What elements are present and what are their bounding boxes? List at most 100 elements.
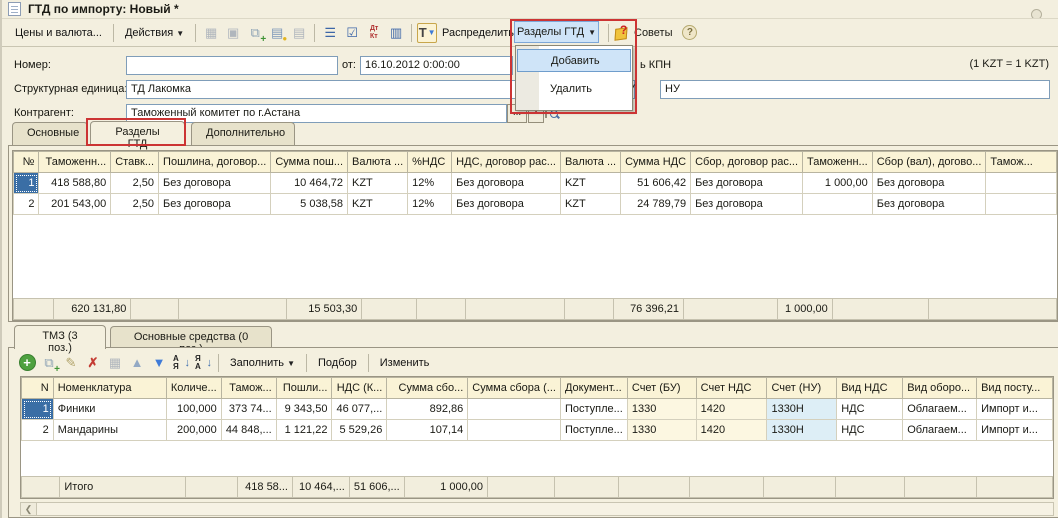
table-cell[interactable]: Мандарины [53,420,166,441]
table-cell[interactable]: Без договора [159,173,271,194]
table-cell[interactable]: 107,14 [387,420,468,441]
table-cell[interactable]: 1 [22,399,54,420]
table-cell[interactable]: Импорт и... [977,420,1053,441]
sort-az-icon[interactable]: АЯ↓ [172,354,190,372]
copy-add-icon[interactable]: ⧉ [245,23,265,43]
table-cell[interactable]: 44 848,... [221,420,276,441]
table-cell[interactable]: KZT [348,194,408,215]
table-cell[interactable]: KZT [560,173,620,194]
table-cell[interactable]: Без договора [452,194,561,215]
menu-item-delete[interactable]: Удалить [516,78,632,101]
table-cell[interactable]: 12% [408,173,452,194]
table-cell[interactable]: 5 038,58 [271,194,348,215]
table-cell[interactable]: 5 529,26 [332,420,387,441]
move-up-icon[interactable]: ▲ [127,353,147,373]
table-cell[interactable] [468,399,561,420]
nu-input[interactable]: НУ [660,80,1050,99]
end-edit-icon[interactable]: ▦ [105,353,125,373]
table-cell[interactable]: Без договора [691,173,803,194]
fill-button[interactable]: Заполнить ▼ [223,354,302,372]
table-cell[interactable]: 2 [14,194,39,215]
counterparty-input[interactable]: Таможенный комитет по г.Астана [126,104,507,123]
table-cell[interactable]: 1420 [696,420,767,441]
add-icon[interactable]: + [17,353,37,373]
save-icon[interactable]: ▦ [201,23,221,43]
table-cell[interactable]: 200,000 [166,420,221,441]
table-cell[interactable]: 373 74... [221,399,276,420]
date-input[interactable]: 16.10.2012 0:00:00 [360,56,513,75]
horizontal-scrollbar[interactable]: ❮ [20,502,1054,516]
table-cell[interactable]: Облагаем... [903,420,977,441]
table-cell[interactable]: НДС [837,420,903,441]
post-coins-icon[interactable]: ▤ [267,23,287,43]
table-cell[interactable]: Без договора [872,194,986,215]
journal-icon[interactable]: ▥ [386,23,406,43]
table-cell[interactable]: 1330Н [767,420,837,441]
tab-osnovnye[interactable]: Основные [12,122,88,145]
table-cell[interactable]: KZT [348,173,408,194]
table-cell[interactable]: 418 588,80 [39,173,111,194]
table-cell[interactable]: 1330 [627,399,696,420]
scroll-left-icon[interactable]: ❮ [21,503,37,515]
copy-add-icon[interactable]: ⧉ [39,353,59,373]
table-cell[interactable]: 1330Н [767,399,837,420]
table-cell[interactable]: 9 343,50 [276,399,332,420]
table-cell[interactable]: 2 [22,420,54,441]
table-cell[interactable]: 201 543,00 [39,194,111,215]
sections-grid[interactable]: №Таможенн...Ставк...Пошлина, договор...С… [12,150,1058,321]
table-cell[interactable]: 12% [408,194,452,215]
prices-currency-button[interactable]: Цены и валюта... [8,24,109,42]
tab-razdely-gtd[interactable]: Разделы ГТД [90,121,185,146]
change-button[interactable]: Изменить [373,354,437,372]
help-icon[interactable]: ? [682,25,697,40]
table-cell[interactable]: Импорт и... [977,399,1053,420]
table-cell[interactable]: 51 606,42 [621,173,691,194]
table-cell[interactable] [803,194,873,215]
table-cell[interactable]: Без договора [159,194,271,215]
table-cell[interactable]: Облагаем... [903,399,977,420]
tips-icon[interactable] [613,25,630,41]
move-down-icon[interactable]: ▼ [149,353,169,373]
table-cell[interactable]: 1330 [627,420,696,441]
post-icon[interactable]: ▣ [223,23,243,43]
gtd-sections-button[interactable]: Разделы ГТД▼ [514,21,599,43]
undo-post-icon[interactable]: ▤ [289,23,309,43]
table-cell[interactable]: 10 464,72 [271,173,348,194]
items-grid[interactable]: NНоменклатураКоличе...Тамож...Пошли...НД… [20,376,1054,499]
number-input[interactable] [126,56,338,75]
dt-kt-icon[interactable]: ДтКт [364,23,384,43]
actions-button[interactable]: Действия ▼ [118,24,191,42]
rows-icon[interactable]: ☰ [320,23,340,43]
delete-icon[interactable]: ✗ [83,353,103,373]
table-cell[interactable]: 1 [14,173,39,194]
table-cell[interactable]: 2,50 [111,173,159,194]
table-cell[interactable]: 892,86 [387,399,468,420]
table-cell[interactable]: Поступле... [560,399,627,420]
tips-label[interactable]: Советы [634,27,672,39]
tab-dopolnitelno[interactable]: Дополнительно [191,122,295,145]
table-cell[interactable] [986,173,1057,194]
tab-osnovnye-sredstva[interactable]: Основные средства (0 поз.) [110,326,272,349]
table-cell[interactable]: Финики [53,399,166,420]
table-cell[interactable] [468,420,561,441]
table-cell[interactable]: 1 000,00 [803,173,873,194]
sort-za-icon[interactable]: ЯА↓ [194,354,212,372]
table-cell[interactable]: 46 077,... [332,399,387,420]
table-cell[interactable]: Без договора [872,173,986,194]
table-cell[interactable]: Без договора [691,194,803,215]
table-cell[interactable]: Поступле... [560,420,627,441]
table-cell[interactable] [986,194,1057,215]
table-cell[interactable]: 2,50 [111,194,159,215]
pick-button[interactable]: Подбор [311,354,364,372]
table-cell[interactable]: 100,000 [166,399,221,420]
table-cell[interactable]: НДС [837,399,903,420]
table-cell[interactable]: 24 789,79 [621,194,691,215]
table-cell[interactable]: 1 121,22 [276,420,332,441]
menu-item-add[interactable]: Добавить [517,49,631,72]
distribute-button[interactable]: Распределить [435,24,521,42]
edit-icon[interactable]: ✎ [61,353,81,373]
checklist-icon[interactable]: ☑ [342,23,362,43]
table-cell[interactable]: Без договора [452,173,561,194]
table-cell[interactable]: KZT [560,194,620,215]
tab-tmz[interactable]: ТМЗ (3 поз.) [14,325,106,349]
